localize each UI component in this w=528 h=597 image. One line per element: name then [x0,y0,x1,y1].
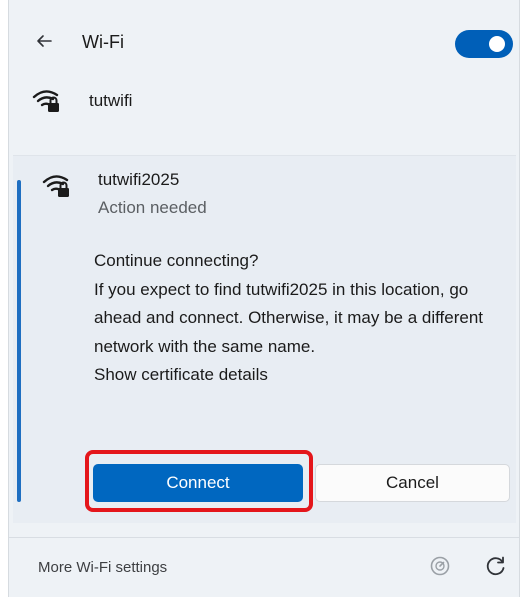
footer-divider [9,537,519,538]
wifi-header: Wi-Fi [9,0,519,88]
cancel-button[interactable]: Cancel [315,464,510,502]
refresh-icon[interactable] [483,553,509,579]
network-item-tutwifi2025[interactable]: tutwifi2025 Action needed [13,156,516,236]
network-status: Action needed [98,198,207,217]
network-name: tutwifi2025 [98,170,180,189]
connect-button[interactable]: Connect [93,464,303,502]
certificate-link[interactable]: Show certificate details [94,361,504,390]
toggle-knob [489,36,505,52]
connect-prompt: Continue connecting? If you expect to fi… [94,247,504,390]
network-name: tutwifi [89,91,133,110]
page-title: Wi-Fi [82,32,124,52]
wifi-secured-icon [42,175,69,197]
prompt-message: If you expect to find tutwifi2025 in thi… [94,279,484,356]
speedometer-icon[interactable] [427,553,453,579]
back-button[interactable] [33,30,55,52]
selection-accent-bar [17,180,21,502]
back-arrow-icon [37,35,52,47]
prompt-heading: Continue connecting? [94,251,259,270]
wifi-toggle[interactable] [455,30,513,58]
wifi-secured-icon [32,90,59,112]
network-item-expanded: tutwifi2025 Action needed Continue conne… [13,155,516,523]
wifi-flyout: Wi-Fi tutwifi tutwifi2025 Action needed [8,0,520,597]
more-wifi-settings-link[interactable]: More Wi-Fi settings [38,559,167,576]
network-item-tutwifi[interactable]: tutwifi [9,80,519,128]
